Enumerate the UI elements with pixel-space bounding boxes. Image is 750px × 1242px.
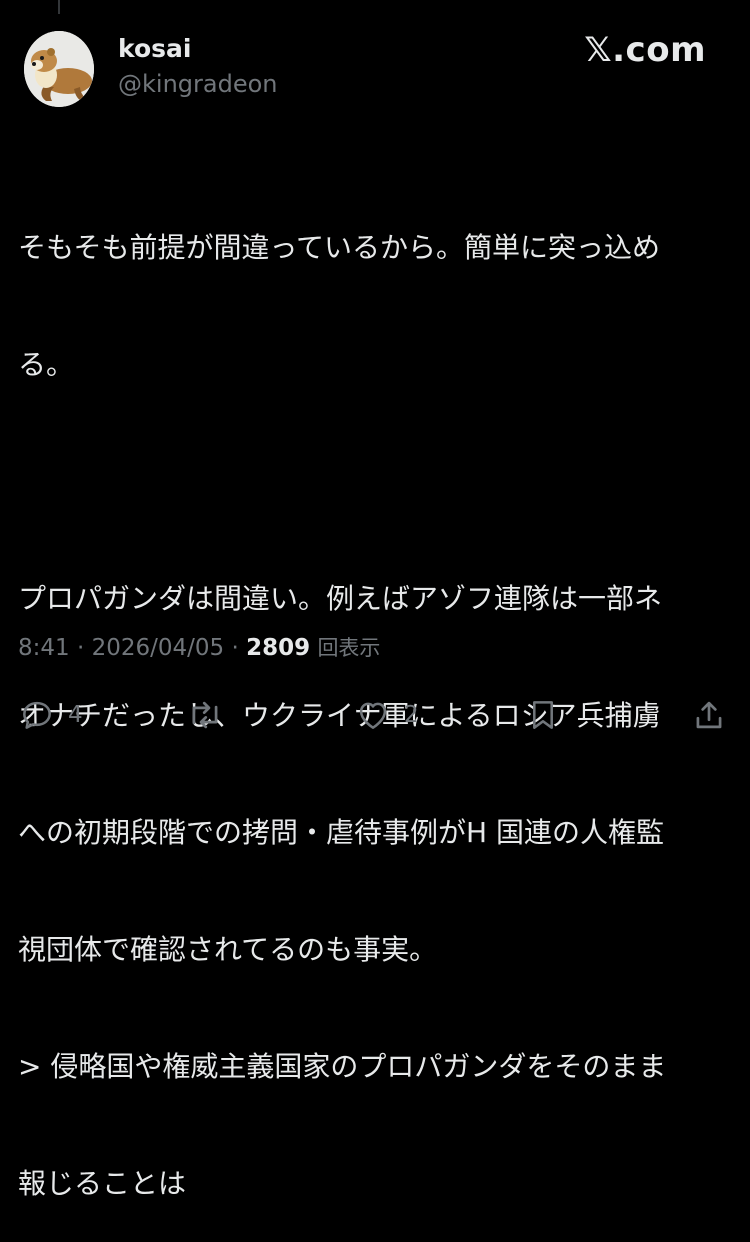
user-handle[interactable]: @kingradeon	[118, 70, 277, 98]
post-line: 報じることは	[18, 1167, 187, 1200]
reply-count: 4	[68, 702, 83, 728]
post-date[interactable]: 2026/04/05	[92, 635, 225, 661]
thread-connector-line	[58, 0, 60, 14]
display-name[interactable]: kosai	[118, 34, 191, 63]
like-button[interactable]: 2	[354, 696, 419, 734]
retweet-icon	[192, 701, 218, 729]
x-logo: 𝕏.com	[584, 30, 706, 70]
post-line	[18, 462, 718, 501]
post-line: る。	[18, 348, 75, 381]
views-count: 2809	[246, 635, 311, 661]
share-icon	[696, 701, 722, 729]
bookmark-button[interactable]	[524, 696, 562, 734]
post-line: > 侵略国や権威主義国家のプロパガンダをそのまま	[18, 1050, 667, 1083]
heart-icon	[359, 702, 387, 729]
post-line: プロパガンダは間違い。例えばアゾフ連隊は一部ネ	[18, 582, 663, 615]
marten-avatar-image	[24, 31, 94, 107]
post-line: への初期段階での拷問・虐待事例がH 国連の人権監	[18, 816, 664, 849]
views-label: 回表示	[317, 636, 381, 660]
post-time[interactable]: 8:41	[18, 635, 70, 661]
share-button[interactable]	[690, 696, 728, 734]
post-line: そもそも前提が間違っているから。簡単に突っ込め	[18, 231, 661, 264]
like-count: 2	[404, 702, 419, 728]
bookmark-icon	[533, 701, 553, 729]
reply-icon	[23, 701, 51, 729]
retweet-button[interactable]	[186, 696, 236, 734]
separator-dot: ·	[76, 635, 92, 661]
post-meta: 8:41 · 2026/04/05 · 2809 回表示	[18, 632, 380, 662]
separator-dot: ·	[231, 635, 247, 661]
reply-button[interactable]: 4	[18, 696, 83, 734]
post-line: 視団体で確認されてるのも事実。	[18, 933, 438, 966]
avatar[interactable]	[24, 31, 94, 107]
